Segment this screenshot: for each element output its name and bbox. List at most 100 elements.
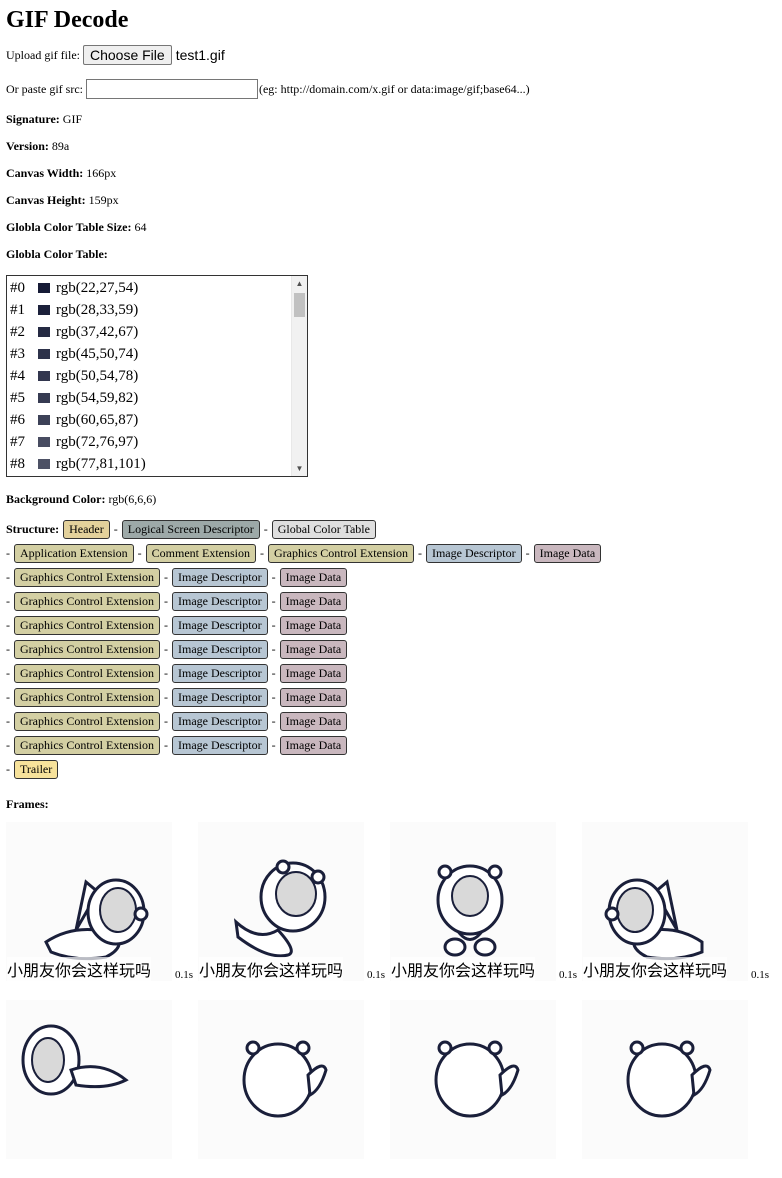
structure-block-ext[interactable]: Graphics Control Extension: [14, 735, 160, 755]
structure-separator: -: [163, 713, 168, 728]
color-rgb: rgb(45,50,74): [56, 345, 139, 362]
structure-separator: -: [163, 641, 168, 656]
structure-block-ext[interactable]: Graphics Control Extension: [14, 567, 160, 587]
structure-block-data[interactable]: Image Data: [279, 711, 348, 731]
file-name: test1.gif: [175, 47, 225, 63]
frame-delay: 0.1s: [559, 969, 578, 981]
choose-file-button[interactable]: Choose File: [82, 45, 172, 65]
frame-delay: 0.1s: [751, 969, 770, 981]
structure-block-data[interactable]: Image Data: [279, 615, 348, 635]
color-swatch: [38, 393, 50, 403]
info-value: 64: [134, 220, 147, 234]
frame-caption: 小朋友你会这样玩吗: [583, 957, 728, 981]
color-index: #4: [10, 367, 25, 384]
structure-separator: -: [271, 617, 276, 632]
structure-block-img[interactable]: Image Descriptor: [171, 615, 268, 635]
color-table-item: #7 rgb(72,76,97): [7, 431, 290, 453]
structure-separator: -: [6, 689, 10, 704]
structure-block-data[interactable]: Image Data: [279, 591, 348, 611]
color-table-items: #0 rgb(22,27,54) #1 rgb(28,33,59) #2 rgb(37,4…: [7, 277, 290, 475]
color-index: #1: [10, 301, 25, 318]
structure-block-header[interactable]: Header: [63, 519, 110, 539]
structure-separator: -: [525, 545, 530, 560]
color-table-item: #6 rgb(60,65,87): [7, 409, 290, 431]
color-swatch: [38, 305, 50, 315]
structure: Structure: Header - Logical Screen Descript…: [6, 517, 776, 781]
structure-line: - Graphics Control Extension - Image Descri…: [6, 565, 776, 589]
structure-separator: -: [271, 593, 276, 608]
scrollbar[interactable]: ▲ ▼: [291, 276, 307, 476]
frame: [390, 1000, 582, 1178]
structure-line: - Graphics Control Extension - Image Descri…: [6, 661, 776, 685]
structure-block-ext[interactable]: Graphics Control Extension: [14, 663, 160, 683]
structure-separator: -: [163, 665, 168, 680]
frame-delay: 0.1s: [175, 969, 194, 981]
structure-line: - Graphics Control Extension - Image Descri…: [6, 733, 776, 757]
scroll-up-icon[interactable]: ▲: [292, 276, 307, 291]
structure-block-ext[interactable]: Graphics Control Extension: [14, 711, 160, 731]
structure-block-ext[interactable]: Graphics Control Extension: [14, 591, 160, 611]
frame-caption: 小朋友你会这样玩吗: [199, 957, 344, 981]
structure-line: - Graphics Control Extension - Image Descri…: [6, 685, 776, 709]
frames-heading: Frames:: [6, 795, 776, 813]
color-table-item: #5 rgb(54,59,82): [7, 387, 290, 409]
frame-delay: 0.1s: [367, 969, 386, 981]
structure-block-img[interactable]: Image Descriptor: [171, 735, 268, 755]
structure-separator: -: [271, 737, 276, 752]
frame-image: [582, 1000, 748, 1159]
structure-block-img[interactable]: Image Descriptor: [171, 591, 268, 611]
scroll-down-icon[interactable]: ▼: [292, 461, 307, 476]
paste-hint: (eg: http://domain.com/x.gif or data:ima…: [258, 81, 530, 96]
frame-image: [6, 1000, 172, 1159]
structure-block-img[interactable]: Image Descriptor: [171, 567, 268, 587]
structure-line: - Trailer: [6, 757, 776, 781]
frame-caption: 小朋友你会这样玩吗: [391, 957, 536, 981]
color-rgb: rgb(50,54,78): [56, 367, 139, 384]
color-rgb: rgb(72,76,97): [56, 433, 139, 450]
structure-block-ext[interactable]: Graphics Control Extension: [267, 543, 414, 563]
structure-block-ext[interactable]: Application Extension: [14, 543, 134, 563]
structure-block-data[interactable]: Image Data: [279, 639, 348, 659]
structure-block-img[interactable]: Image Descriptor: [171, 687, 268, 707]
structure-block-data[interactable]: Image Data: [279, 687, 348, 707]
structure-block-lsd[interactable]: Logical Screen Descriptor: [121, 519, 260, 539]
info-row: Signature: GIF: [6, 106, 776, 133]
info-list: Signature: GIF Version: 89a Canvas Width: 166…: [6, 106, 776, 241]
structure-separator: -: [163, 617, 168, 632]
structure-separator: -: [163, 737, 168, 752]
structure-block-trailer[interactable]: Trailer: [14, 759, 59, 779]
structure-block-img[interactable]: Image Descriptor: [171, 711, 268, 731]
frame: 小朋友你会这样玩吗 0.1s: [582, 822, 774, 1000]
structure-block-ext[interactable]: Graphics Control Extension: [14, 615, 160, 635]
color-rgb: rgb(77,81,101): [56, 455, 146, 472]
gif-src-input[interactable]: [85, 79, 258, 99]
color-rgb: rgb(54,59,82): [56, 389, 139, 406]
structure-block-ext[interactable]: Graphics Control Extension: [14, 639, 160, 659]
structure-block-ext[interactable]: Comment Extension: [145, 543, 256, 563]
frame-caption: 小朋友你会这样玩吗: [7, 957, 152, 981]
structure-block-ext[interactable]: Graphics Control Extension: [14, 687, 160, 707]
structure-separator: -: [6, 641, 10, 656]
structure-block-img[interactable]: Image Descriptor: [171, 663, 268, 683]
upload-row: Upload gif file: Choose File test1.gif: [6, 45, 776, 65]
scrollbar-thumb[interactable]: [294, 293, 305, 317]
info-row: Globla Color Table Size: 64: [6, 214, 776, 241]
color-swatch: [38, 371, 50, 381]
color-table-item: #4 rgb(50,54,78): [7, 365, 290, 387]
structure-separator: -: [163, 689, 168, 704]
structure-separator: -: [271, 641, 276, 656]
structure-block-data[interactable]: Image Data: [533, 543, 602, 563]
info-label: Globla Color Table Size:: [6, 220, 132, 234]
frame: [582, 1000, 774, 1178]
info-value: 159px: [88, 193, 119, 207]
structure-separator: -: [6, 761, 10, 776]
structure-block-data[interactable]: Image Data: [279, 567, 348, 587]
structure-block-data[interactable]: Image Data: [279, 663, 348, 683]
structure-block-img[interactable]: Image Descriptor: [425, 543, 522, 563]
structure-block-img[interactable]: Image Descriptor: [171, 639, 268, 659]
structure-block-data[interactable]: Image Data: [279, 735, 348, 755]
color-table-list[interactable]: #0 rgb(22,27,54) #1 rgb(28,33,59) #2 rgb(37,4…: [6, 275, 308, 477]
structure-line: Structure: Header - Logical Screen Descript…: [6, 517, 776, 541]
structure-block-gct[interactable]: Global Color Table: [271, 519, 376, 539]
color-rgb: rgb(37,42,67): [56, 323, 139, 340]
